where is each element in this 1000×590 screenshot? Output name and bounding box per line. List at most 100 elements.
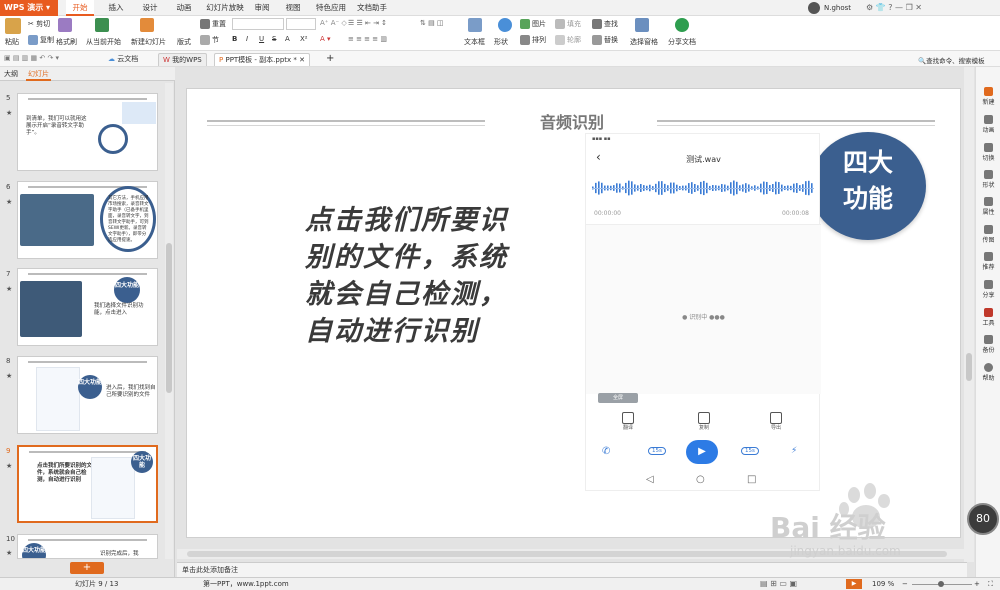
shape-button[interactable] bbox=[498, 18, 514, 32]
fit-window-icon[interactable]: ⛶ bbox=[988, 578, 993, 590]
copy-action[interactable]: 复制 bbox=[692, 412, 716, 431]
nav-back-icon[interactable]: ◁ bbox=[646, 474, 654, 485]
canvas-scroll-thumb[interactable] bbox=[966, 353, 972, 381]
zoom-out-button[interactable]: − bbox=[902, 578, 908, 590]
slide-thumb-6[interactable]: 其它方法，手机应用市场搜索，录音转文字助手（已备手机里面，录音转文字，到音转文字… bbox=[17, 181, 158, 259]
format-painter-label[interactable]: 格式刷 bbox=[56, 37, 77, 47]
textbox-label[interactable]: 文本框 bbox=[464, 37, 485, 47]
tab-review[interactable]: 审阅 bbox=[250, 0, 274, 16]
tab-outline[interactable]: 大纲 bbox=[4, 69, 18, 79]
panel-scrollbar[interactable] bbox=[165, 83, 173, 559]
phone-call-icon[interactable]: ✆ bbox=[602, 446, 610, 457]
cloud-doc-tab[interactable]: ☁ 云文档 bbox=[104, 53, 143, 66]
slide-9[interactable]: 音频识别 点击我们所要识别的文件，系统就会自己检测，自动进行识别 四大 功能 bbox=[186, 88, 961, 538]
tab-close-icon[interactable]: ✕ bbox=[299, 56, 305, 64]
settings-icon[interactable]: ⚙ bbox=[866, 3, 873, 12]
sidebar-animation[interactable]: 动画 bbox=[976, 115, 1000, 134]
tab-doc-assistant[interactable]: 文档助手 bbox=[353, 0, 391, 16]
strike-button[interactable]: S bbox=[272, 35, 276, 43]
sidebar-share[interactable]: 分享 bbox=[976, 280, 1000, 299]
section-button[interactable]: 节 bbox=[200, 35, 219, 45]
replace-button[interactable]: 替换 bbox=[592, 35, 618, 45]
slide-thumb-10[interactable]: 四大功能 识别完成后，我 bbox=[17, 534, 158, 559]
notes-pane[interactable]: 单击此处添加备注 bbox=[177, 562, 967, 578]
italic-button[interactable]: I bbox=[246, 35, 248, 43]
outline-button[interactable]: 轮廓 bbox=[555, 35, 581, 45]
rewind-15-button[interactable]: 15s bbox=[648, 447, 666, 455]
select-pane-button[interactable] bbox=[635, 18, 651, 32]
sidebar-transition[interactable]: 切换 bbox=[976, 143, 1000, 162]
tab-slideshow[interactable]: 幻灯片放映 bbox=[203, 0, 247, 16]
slide-thumb-9[interactable]: 点击我们所要识别的文件，系统就会自己检测，自动进行识别 四大功能 bbox=[17, 445, 158, 523]
tab-design[interactable]: 设计 bbox=[136, 0, 164, 16]
play-button[interactable]: ▶ bbox=[686, 440, 718, 464]
from-current-button[interactable] bbox=[95, 18, 111, 32]
paste-label[interactable]: 粘贴 bbox=[5, 37, 19, 47]
nav-home-icon[interactable]: ○ bbox=[696, 474, 705, 485]
fill-button[interactable]: 填充 bbox=[555, 19, 581, 29]
performance-badge[interactable]: 80 bbox=[967, 503, 999, 535]
slide-thumb-8[interactable]: 四大功能 进入后，我们找到自己所要识别的文件 bbox=[17, 356, 158, 434]
zoom-in-button[interactable]: + bbox=[974, 578, 980, 590]
slide-title[interactable]: 音频识别 bbox=[517, 109, 627, 133]
font-name-select[interactable] bbox=[232, 18, 284, 30]
minimize-icon[interactable]: — bbox=[895, 3, 903, 12]
sidebar-properties[interactable]: 属性 bbox=[976, 197, 1000, 216]
restore-icon[interactable]: ❐ bbox=[906, 3, 913, 12]
superscript-button[interactable]: X² bbox=[300, 35, 308, 43]
tab-animation[interactable]: 动画 bbox=[170, 0, 198, 16]
slideshow-button[interactable]: ▶ bbox=[846, 579, 862, 589]
font-size-select[interactable] bbox=[286, 18, 316, 30]
four-features-badge[interactable]: 四大 功能 bbox=[810, 132, 926, 240]
picture-button[interactable]: 图片 bbox=[520, 19, 546, 29]
new-slide-label[interactable]: 新建幻灯片 bbox=[131, 37, 166, 47]
my-wps-tab[interactable]: W 我的WPS bbox=[158, 53, 207, 66]
forward-15-button[interactable]: 15s bbox=[741, 447, 759, 455]
sidebar-backup[interactable]: 备份 bbox=[976, 335, 1000, 354]
slide-body-text[interactable]: 点击我们所要识别的文件，系统就会自己检测，自动进行识别 bbox=[305, 202, 523, 350]
nav-recent-icon[interactable]: □ bbox=[747, 474, 756, 485]
command-search[interactable]: 🔍查找命令、搜索模板 bbox=[918, 55, 985, 65]
text-direction-buttons[interactable]: ⇅ ▤ ◫ bbox=[420, 19, 444, 27]
slide-thumb-5[interactable]: 到清单，我们可以就用这展示开启“录音转文字助手”。 bbox=[17, 93, 158, 171]
new-slide-button[interactable] bbox=[140, 18, 156, 32]
avatar[interactable] bbox=[808, 2, 820, 14]
shape-label[interactable]: 形状 bbox=[494, 37, 508, 47]
slide-thumb-7[interactable]: 四大功能 我们选择文件识别功能，点击进入 bbox=[17, 268, 158, 346]
close-icon[interactable]: ✕ bbox=[915, 3, 922, 12]
zoom-level[interactable]: 109 % bbox=[872, 578, 894, 590]
reset-button[interactable]: 重置 bbox=[200, 19, 226, 29]
sidebar-recommend[interactable]: 推荐 bbox=[976, 252, 1000, 271]
phone-screenshot[interactable]: ▪▪▪ ▪▪ ‹ 测试.wav 00:00:00 00:00:08 ● 识别中 … bbox=[585, 133, 821, 491]
font-size-grow[interactable]: A⁺ A⁻ ◇ bbox=[320, 19, 347, 27]
sidebar-tools[interactable]: 工具 bbox=[976, 308, 1000, 327]
share-doc-label[interactable]: 分享文档 bbox=[668, 37, 696, 47]
new-tab-button[interactable]: + bbox=[326, 53, 334, 64]
shadow-button[interactable]: A bbox=[285, 35, 290, 43]
add-slide-button[interactable]: + bbox=[70, 562, 104, 574]
underline-button[interactable]: U bbox=[259, 35, 264, 43]
tab-features[interactable]: 特色应用 bbox=[312, 0, 350, 16]
textbox-button[interactable] bbox=[468, 18, 484, 32]
copy-button[interactable]: 复制 bbox=[28, 35, 54, 45]
align-buttons[interactable]: ≡ ≡ ≡ ≡ ▥ bbox=[348, 35, 387, 43]
speed-icon[interactable]: ⚡ bbox=[791, 446, 797, 456]
skin-icon[interactable]: 👕 bbox=[876, 3, 886, 12]
tab-insert[interactable]: 插入 bbox=[102, 0, 130, 16]
app-menu-button[interactable]: WPS 演示 ▾ bbox=[0, 0, 58, 16]
window-controls[interactable]: ⚙ 👕 ? — ❐ ✕ bbox=[866, 0, 922, 16]
doc-tab-active[interactable]: P PPT模板 - 副本.pptx * ✕ bbox=[214, 53, 310, 66]
quick-access-icons[interactable]: ▣ ▤ ▥ ▦ ↶ ↷ ▾ bbox=[4, 54, 59, 62]
view-buttons[interactable]: ▤ ⊞ ▭ ▣ bbox=[760, 578, 797, 590]
bold-button[interactable]: B bbox=[232, 35, 237, 43]
layout-button[interactable]: 版式 bbox=[177, 37, 191, 47]
cut-button[interactable]: ✂ 剪切 bbox=[28, 19, 50, 29]
tab-home[interactable]: 开始 bbox=[66, 0, 94, 16]
font-color-button[interactable]: A ▾ bbox=[320, 35, 331, 43]
find-button[interactable]: 查找 bbox=[592, 19, 618, 29]
list-buttons[interactable]: ☰ ☰ ⇤ ⇥ ↕ bbox=[348, 19, 387, 27]
fullscreen-pill[interactable]: 全屏 bbox=[598, 393, 638, 403]
tab-view[interactable]: 视图 bbox=[281, 0, 305, 16]
sidebar-send-image[interactable]: 传图 bbox=[976, 225, 1000, 244]
sidebar-new[interactable]: 新建 bbox=[976, 87, 1000, 106]
